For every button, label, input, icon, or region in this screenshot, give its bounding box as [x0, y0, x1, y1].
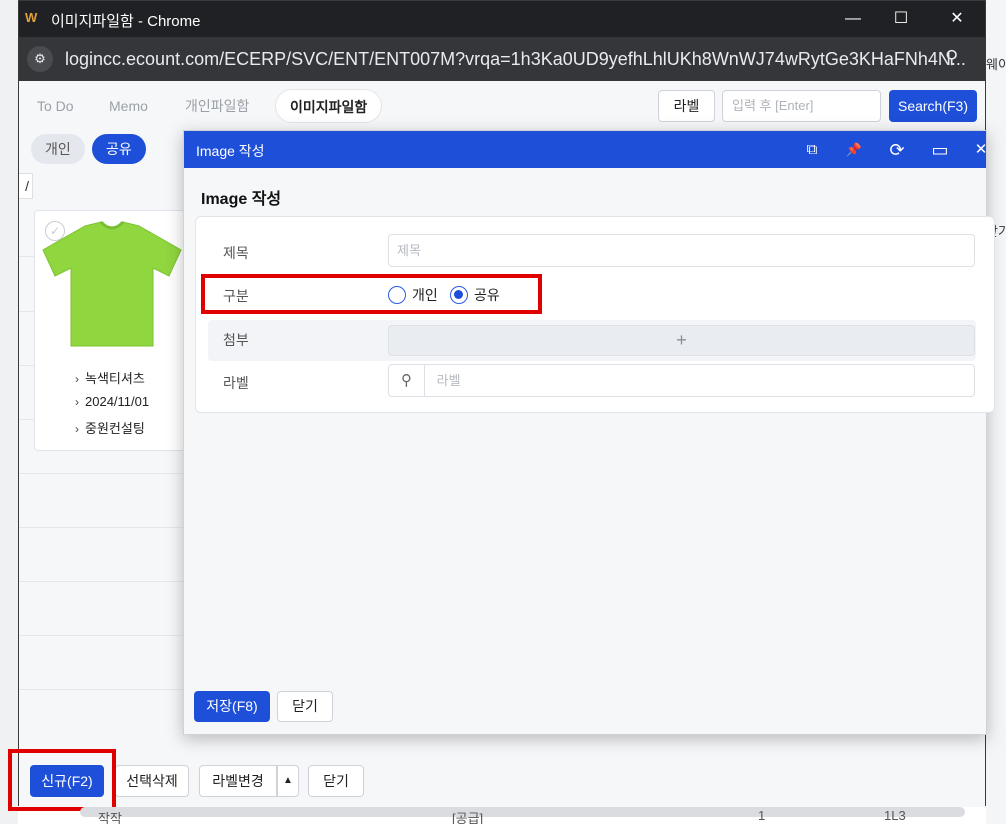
tab-todo[interactable]: To Do	[37, 89, 74, 123]
card-info-name: › 녹색티셔츠	[75, 368, 145, 387]
highlight-new-button	[8, 749, 116, 811]
label-field-placeholder: 라벨	[436, 373, 461, 388]
search-input[interactable]: 입력 후 [Enter]	[722, 90, 881, 122]
card-name: 녹색티셔츠	[85, 371, 145, 386]
dialog-subtitle: Image 작성	[201, 191, 282, 208]
background-page-left	[0, 0, 18, 824]
card-info-date: › 2024/11/01	[75, 394, 149, 409]
personal-filter-pill[interactable]: 개인	[31, 134, 85, 164]
minimize-button[interactable]: —	[831, 5, 875, 33]
tab-memo[interactable]: Memo	[109, 89, 148, 123]
attach-add-button[interactable]: +	[388, 325, 975, 356]
search-button[interactable]: Search(F3)	[889, 90, 977, 122]
popout-icon[interactable]: ⧉	[801, 139, 823, 161]
dialog-header: Image 작성 ⧉ 📌 ⟳ ▭ ✕	[184, 131, 987, 168]
app-logo-icon: W	[25, 10, 37, 25]
image-card[interactable]: ✓ › 녹색티셔츠 › 2024/11/01 › 중원컨설팅	[34, 210, 186, 451]
under-text: 1	[758, 808, 766, 823]
card-date: 2024/11/01	[85, 394, 150, 409]
delete-selected-button[interactable]: 선택삭제	[115, 765, 189, 797]
dialog-title: Image 작성	[196, 143, 265, 159]
under-text: [공급]	[452, 811, 484, 824]
label-field-label: 라벨	[223, 375, 249, 391]
maximize-icon[interactable]: ▭	[929, 139, 951, 161]
maximize-button[interactable]: ☐	[879, 5, 923, 33]
relabel-button[interactable]: 라벨변경	[199, 765, 277, 797]
card-owner: 중원컨설팅	[85, 421, 145, 436]
horizontal-scrollbar[interactable]	[80, 807, 965, 817]
card-info-owner: › 중원컨설팅	[75, 418, 145, 437]
url-text[interactable]: logincc.ecount.com/ECERP/SVC/ENT/ENT007M…	[65, 49, 966, 70]
chevron-right-icon: ›	[75, 395, 79, 409]
zoom-icon[interactable]: ⚲	[945, 47, 958, 68]
title-input[interactable]: 제목	[388, 234, 975, 267]
close-icon[interactable]: ✕	[970, 139, 992, 161]
tab-image-files[interactable]: 이미지파일함	[275, 89, 383, 123]
image-form: 제목 제목 구분 개인 공유 첨부 + 라벨 ⚲ 라벨	[195, 216, 995, 413]
under-text: 작작	[98, 811, 122, 824]
label-button[interactable]: 라벨	[658, 90, 715, 122]
close-window-button[interactable]: ✕	[935, 5, 979, 33]
label-field-input[interactable]: ⚲ 라벨	[388, 364, 975, 397]
close-button[interactable]: 닫기	[277, 691, 333, 722]
window-title: 이미지파일함 - Chrome	[51, 13, 201, 30]
relabel-menu-arrow-icon[interactable]: ▲	[277, 765, 299, 797]
highlight-category-radios	[201, 274, 542, 314]
search-icon: ⚲	[389, 365, 425, 396]
chevron-right-icon: ›	[75, 372, 79, 386]
shared-filter-pill[interactable]: 공유	[92, 134, 146, 164]
tab-personal-files[interactable]: 개인파일함	[185, 89, 249, 123]
close-page-button[interactable]: 닫기	[308, 765, 364, 797]
background-text: 웨이	[986, 57, 1006, 72]
chevron-right-icon: ›	[75, 422, 79, 436]
refresh-icon[interactable]: ⟳	[886, 139, 908, 161]
attach-label: 첨부	[223, 332, 249, 348]
under-text: 1L3	[884, 808, 906, 823]
site-info-icon[interactable]: ⚙	[27, 46, 53, 72]
path-separator: /	[19, 173, 33, 199]
title-label: 제목	[223, 245, 249, 261]
title-bar: W 이미지파일함 - Chrome — ☐ ✕	[19, 1, 985, 37]
select-check-icon[interactable]: ✓	[45, 221, 65, 241]
save-button[interactable]: 저장(F8)	[194, 691, 270, 722]
address-bar: ⚙ logincc.ecount.com/ECERP/SVC/ENT/ENT00…	[19, 37, 985, 81]
pin-icon[interactable]: 📌	[843, 139, 865, 161]
image-create-dialog: Image 작성 ⧉ 📌 ⟳ ▭ ✕ Image 작성 제목 제목 구분 개인 …	[183, 130, 995, 735]
